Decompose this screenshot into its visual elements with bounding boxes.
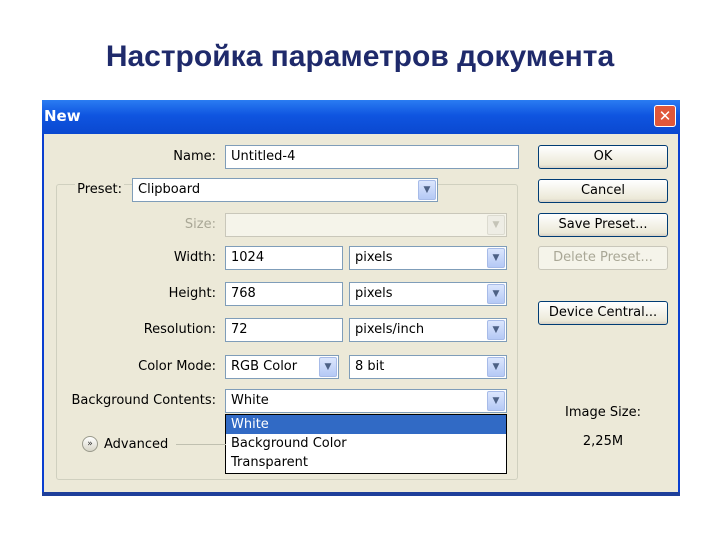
size-label: Size: (184, 217, 216, 232)
cancel-button[interactable]: Cancel (538, 179, 668, 203)
width-label: Width: (173, 250, 216, 265)
dropdown-option-white[interactable]: White (226, 415, 506, 434)
chevron-down-icon[interactable]: ▼ (487, 391, 505, 411)
height-unit-value: pixels (355, 286, 393, 301)
height-label: Height: (168, 286, 216, 301)
chevron-down-icon[interactable]: ▼ (418, 180, 436, 200)
background-contents-select[interactable]: White ▼ (225, 389, 507, 413)
chevron-down-icon[interactable]: ▼ (487, 357, 505, 377)
device-central-button[interactable]: Device Central... (538, 301, 668, 325)
height-unit-select[interactable]: pixels ▼ (349, 282, 507, 306)
new-document-dialog: New ✕ Name: Untitled-4 Preset: Clipboard… (42, 100, 680, 496)
background-contents-dropdown: White Background Color Transparent (225, 414, 507, 474)
chevron-down-icon[interactable]: ▼ (487, 320, 505, 340)
chevron-down-icon[interactable]: ▼ (487, 284, 505, 304)
background-contents-value: White (231, 393, 269, 408)
chevron-down-icon: ▼ (487, 215, 505, 235)
advanced-divider (176, 444, 226, 445)
image-size-label: Image Size: (565, 405, 641, 420)
name-label: Name: (173, 149, 216, 164)
window-bottom-edge (42, 492, 680, 496)
height-input[interactable]: 768 (225, 282, 343, 306)
dialog-titlebar[interactable]: New ✕ (42, 100, 680, 134)
resolution-unit-select[interactable]: pixels/inch ▼ (349, 318, 507, 342)
preset-select[interactable]: Clipboard ▼ (132, 178, 438, 202)
expand-chevrons-icon[interactable]: » (82, 436, 98, 452)
bit-depth-value: 8 bit (355, 359, 385, 374)
width-unit-select[interactable]: pixels ▼ (349, 246, 507, 270)
chevron-down-icon[interactable]: ▼ (487, 248, 505, 268)
background-contents-label: Background Contents: (71, 393, 216, 408)
image-size-value: 2,25M (582, 434, 624, 449)
resolution-label: Resolution: (143, 322, 216, 337)
close-icon: ✕ (658, 107, 672, 125)
color-mode-label: Color Mode: (138, 359, 216, 374)
delete-preset-button: Delete Preset... (538, 246, 668, 270)
slide-title: Настройка параметров документа (105, 40, 615, 73)
width-unit-value: pixels (355, 250, 393, 265)
resolution-input[interactable]: 72 (225, 318, 343, 342)
bit-depth-select[interactable]: 8 bit ▼ (349, 355, 507, 379)
ok-button[interactable]: OK (538, 145, 668, 169)
dropdown-option-transparent[interactable]: Transparent (226, 453, 506, 472)
advanced-toggle[interactable]: Advanced (104, 437, 168, 452)
width-input[interactable]: 1024 (225, 246, 343, 270)
size-select: ▼ (225, 213, 507, 237)
resolution-unit-value: pixels/inch (355, 322, 425, 337)
close-button[interactable]: ✕ (654, 105, 676, 127)
preset-label: Preset: (75, 182, 124, 197)
dialog-title: New (44, 107, 81, 125)
save-preset-button[interactable]: Save Preset... (538, 213, 668, 237)
name-input[interactable]: Untitled-4 (225, 145, 519, 169)
dropdown-option-background-color[interactable]: Background Color (226, 434, 506, 453)
color-mode-select[interactable]: RGB Color ▼ (225, 355, 339, 379)
chevron-down-icon[interactable]: ▼ (319, 357, 337, 377)
preset-value: Clipboard (138, 182, 201, 197)
color-mode-value: RGB Color (231, 359, 298, 374)
